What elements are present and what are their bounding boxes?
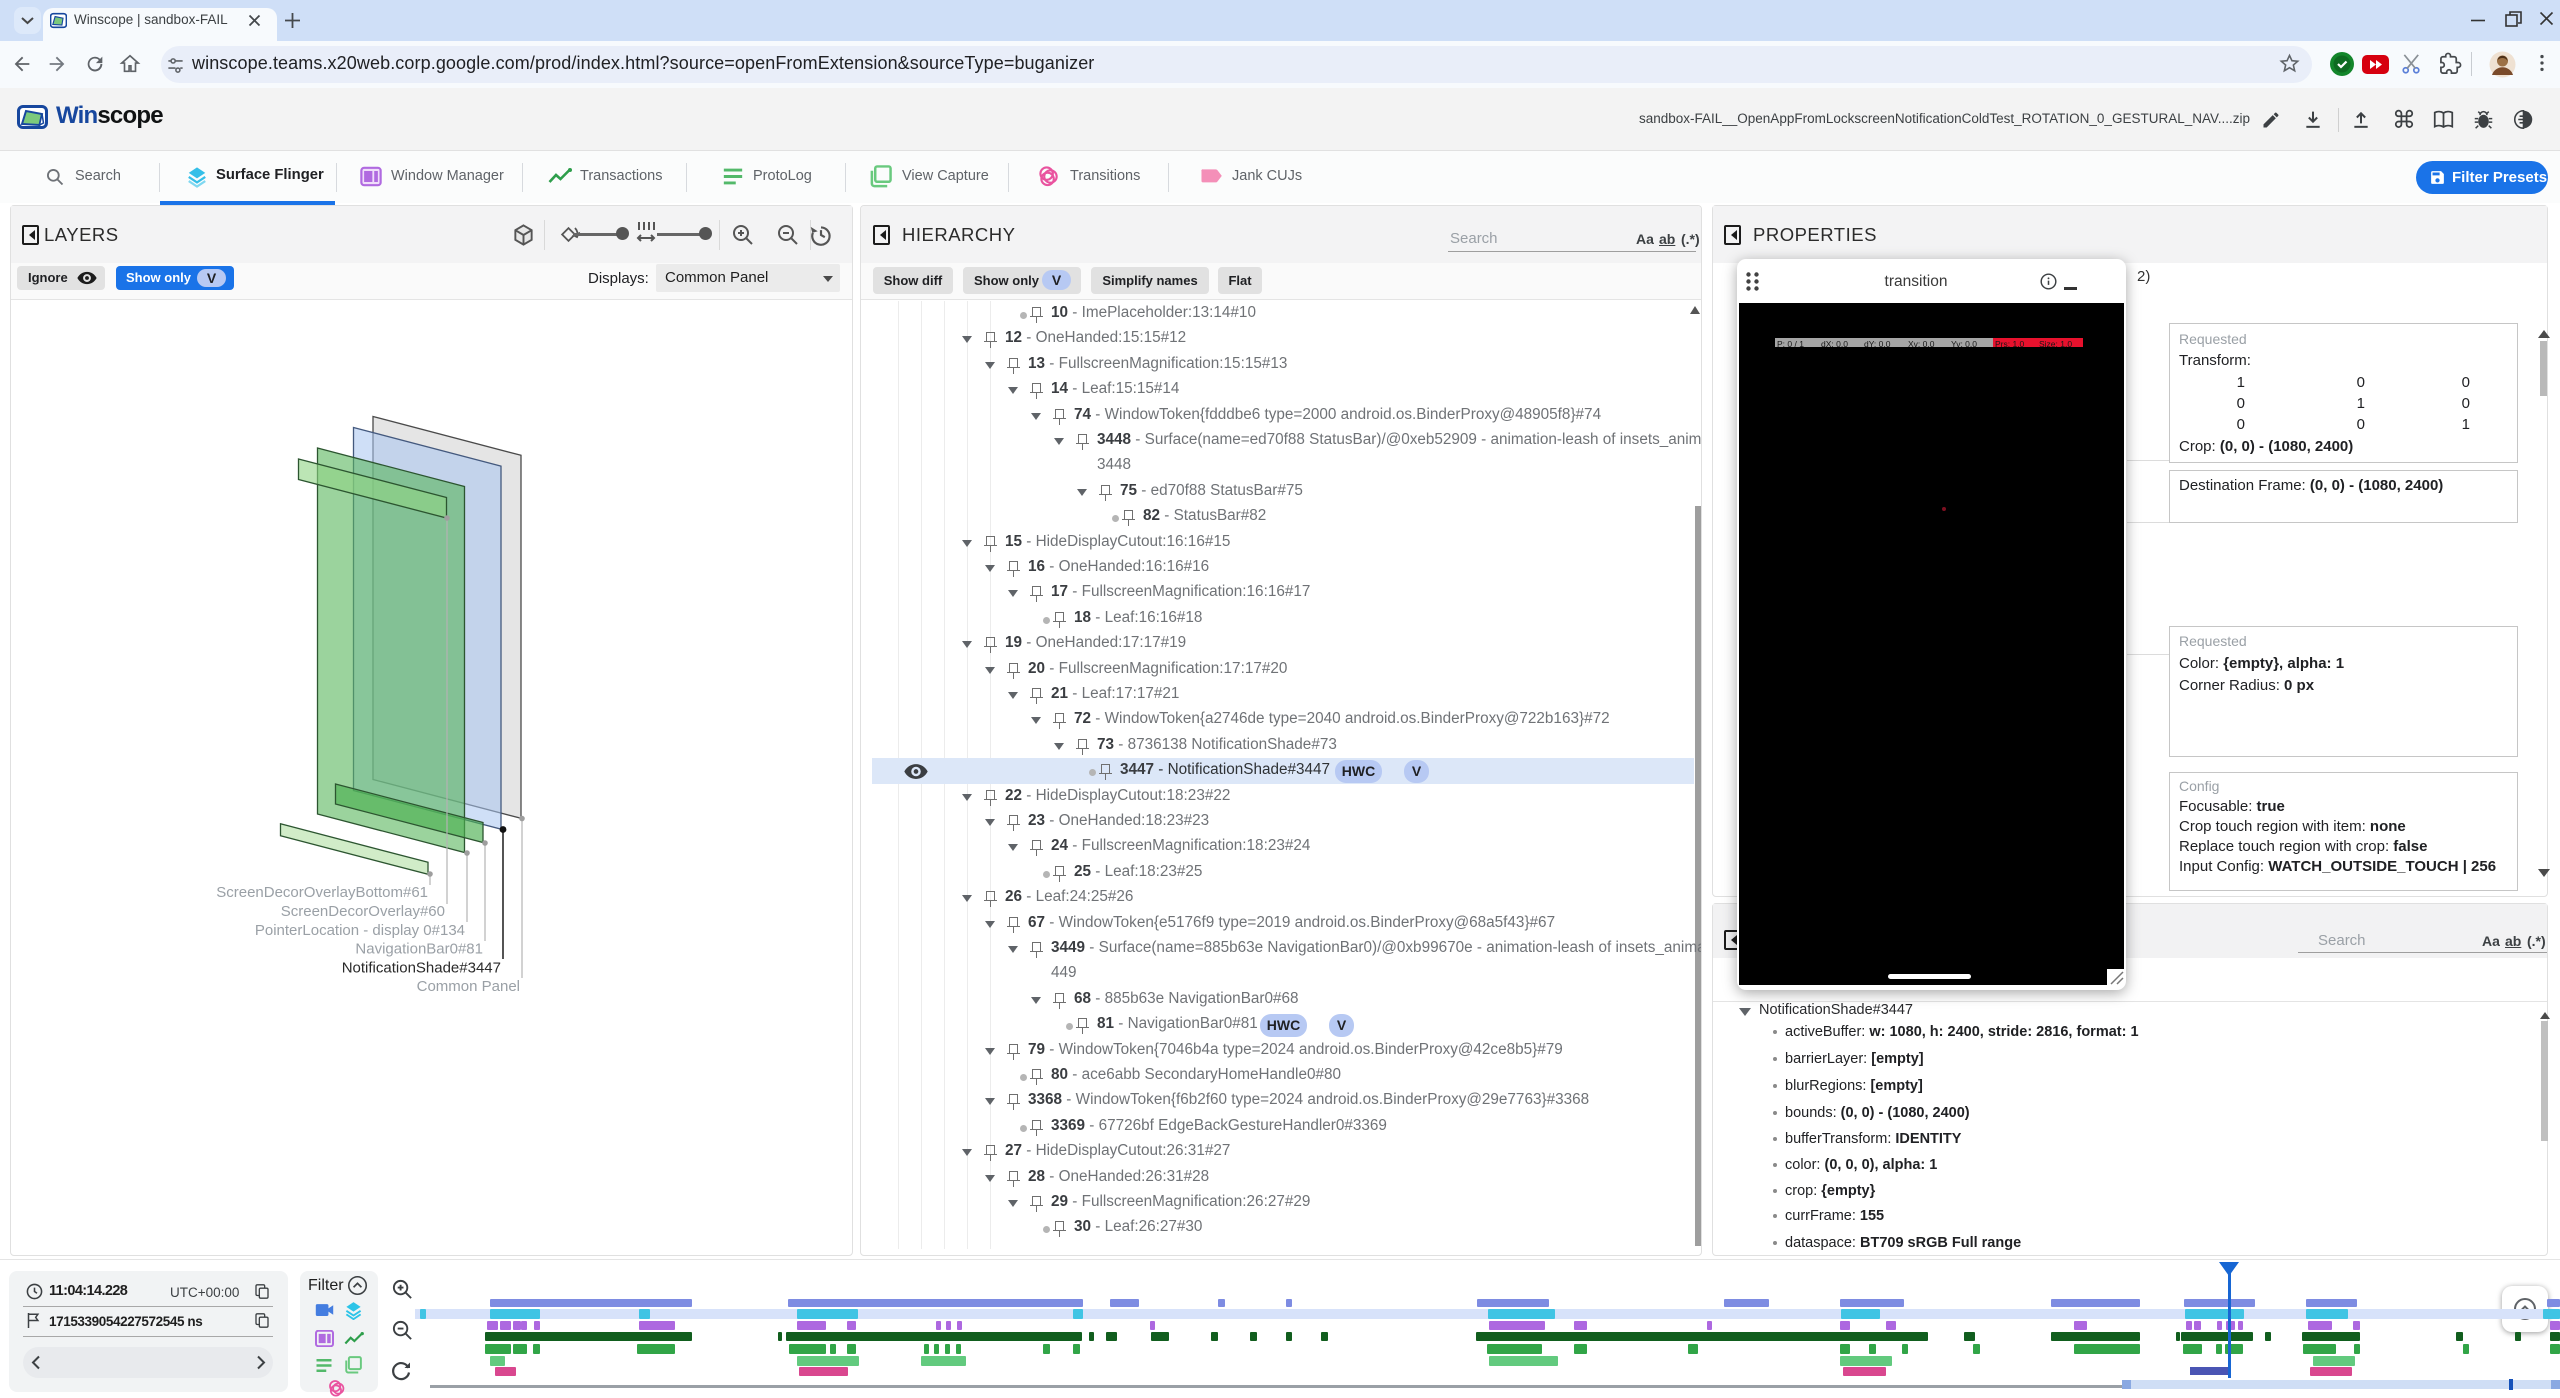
- svg-text:NavigationBar0#81: NavigationBar0#81: [355, 941, 483, 958]
- svg-text:ScreenDecorOverlay#60: ScreenDecorOverlay#60: [281, 903, 445, 920]
- svg-text:PointerLocation - display 0#13: PointerLocation - display 0#134: [255, 922, 465, 939]
- svg-text:ScreenDecorOverlayBottom#61: ScreenDecorOverlayBottom#61: [216, 884, 428, 901]
- svg-text:NotificationShade#3447: NotificationShade#3447: [342, 960, 501, 977]
- svg-text:Common Panel: Common Panel: [417, 978, 520, 995]
